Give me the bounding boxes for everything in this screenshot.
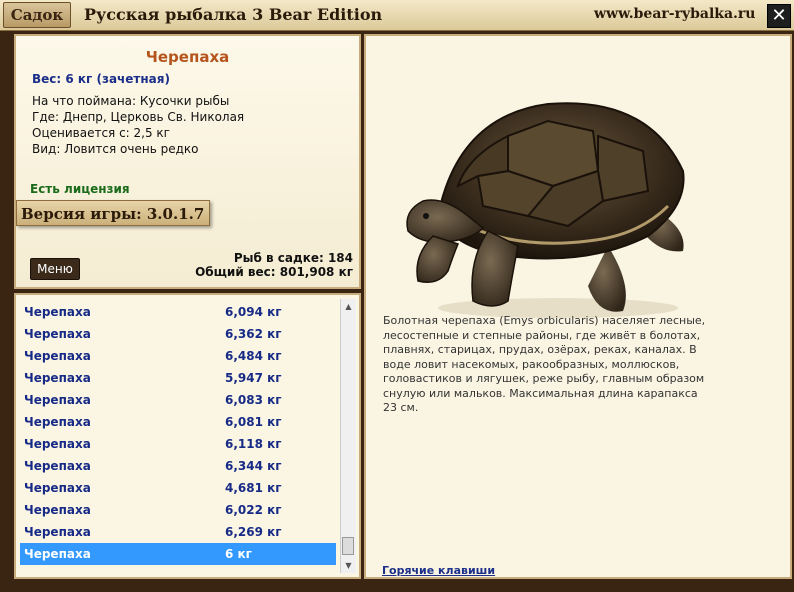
title-bar: Садок Русская рыбалка 3 Bear Edition www… — [0, 0, 794, 31]
list-item[interactable]: Черепаха 6,484 кг — [20, 345, 336, 367]
fish-detail-panel: Болотная черепаха (Emys orbicularis) нас… — [364, 34, 792, 579]
list-item[interactable]: Черепаха 6,269 кг — [20, 521, 336, 543]
list-item[interactable]: Черепаха 6,362 кг — [20, 323, 336, 345]
valued-from: Оценивается с: 2,5 кг — [32, 126, 170, 140]
list-item-name: Черепаха — [24, 481, 91, 495]
list-item[interactable]: Черепаха 6 кг — [20, 543, 336, 565]
list-item[interactable]: Черепаха 6,081 кг — [20, 411, 336, 433]
list-item-name: Черепаха — [24, 459, 91, 473]
species-rarity: Вид: Ловится очень редко — [32, 142, 199, 156]
list-item-weight: 6,269 кг — [225, 525, 282, 539]
catch-list: Черепаха 6,094 кг Черепаха 6,362 кг Черепаха… — [20, 301, 336, 565]
list-item-weight: 6 кг — [225, 547, 252, 561]
list-item-weight: 6,344 кг — [225, 459, 282, 473]
list-item[interactable]: Черепаха 4,681 кг — [20, 477, 336, 499]
fish-name-title: Черепаха — [145, 48, 230, 66]
list-item-name: Черепаха — [24, 503, 91, 517]
list-item-name: Черепаха — [24, 547, 91, 561]
scroll-up-arrow-icon[interactable]: ▲ — [341, 299, 356, 314]
app-title: Русская рыбалка 3 Bear Edition — [84, 5, 383, 24]
list-item-name: Черепаха — [24, 371, 91, 385]
list-item-weight: 4,681 кг — [225, 481, 282, 495]
list-item-name: Черепаха — [24, 415, 91, 429]
list-item-name: Черепаха — [24, 393, 91, 407]
caught-with: На что поймана: Кусочки рыбы — [32, 94, 230, 108]
list-scrollbar[interactable]: ▲ ▼ — [340, 299, 356, 573]
close-button[interactable]: ✕ — [767, 4, 791, 28]
list-item-name: Черепаха — [24, 305, 91, 319]
scroll-down-arrow-icon[interactable]: ▼ — [341, 558, 356, 573]
total-weight: Общий вес: 801,908 кг — [195, 265, 353, 279]
list-item-name: Черепаха — [24, 349, 91, 363]
fish-weight: Вес: 6 кг (зачетная) — [32, 72, 170, 86]
list-item[interactable]: Черепаха 5,947 кг — [20, 367, 336, 389]
version-banner: Версия игры: 3.0.1.7 — [16, 200, 210, 226]
list-item[interactable]: Черепаха 6,118 кг — [20, 433, 336, 455]
catch-list-panel: Черепаха 6,094 кг Черепаха 6,362 кг Черепаха… — [14, 293, 361, 579]
list-item-weight: 6,022 кг — [225, 503, 282, 517]
list-item[interactable]: Черепаха 6,094 кг — [20, 301, 336, 323]
list-item-weight: 6,362 кг — [225, 327, 282, 341]
list-item-weight: 5,947 кг — [225, 371, 282, 385]
turtle-image — [406, 102, 685, 318]
list-item[interactable]: Черепаха 6,022 кг — [20, 499, 336, 521]
species-description: Болотная черепаха (Emys orbicularis) нас… — [383, 314, 706, 414]
list-item-name: Черепаха — [24, 525, 91, 539]
menu-button[interactable]: Меню — [30, 258, 80, 280]
list-item-weight: 6,094 кг — [225, 305, 282, 319]
site-url-link[interactable]: www.bear-rybalka.ru — [594, 6, 755, 22]
tab-sadok[interactable]: Садок — [3, 2, 71, 28]
list-item[interactable]: Черепаха 6,344 кг — [20, 455, 336, 477]
list-item-weight: 6,484 кг — [225, 349, 282, 363]
list-item-weight: 6,083 кг — [225, 393, 282, 407]
license-status: Есть лицензия — [30, 182, 130, 196]
fish-info-panel: Черепаха Вес: 6 кг (зачетная) На что пой… — [14, 34, 361, 289]
scroll-thumb[interactable] — [342, 537, 354, 555]
hotkeys-link[interactable]: Горячие клавиши — [382, 564, 495, 577]
catch-location: Где: Днепр, Церковь Св. Николая — [32, 110, 245, 124]
list-item-name: Черепаха — [24, 327, 91, 341]
list-item-weight: 6,118 кг — [225, 437, 282, 451]
list-item[interactable]: Черепаха 6,083 кг — [20, 389, 336, 411]
list-item-weight: 6,081 кг — [225, 415, 282, 429]
list-item-name: Черепаха — [24, 437, 91, 451]
fish-count: Рыб в садке: 184 — [233, 251, 353, 265]
